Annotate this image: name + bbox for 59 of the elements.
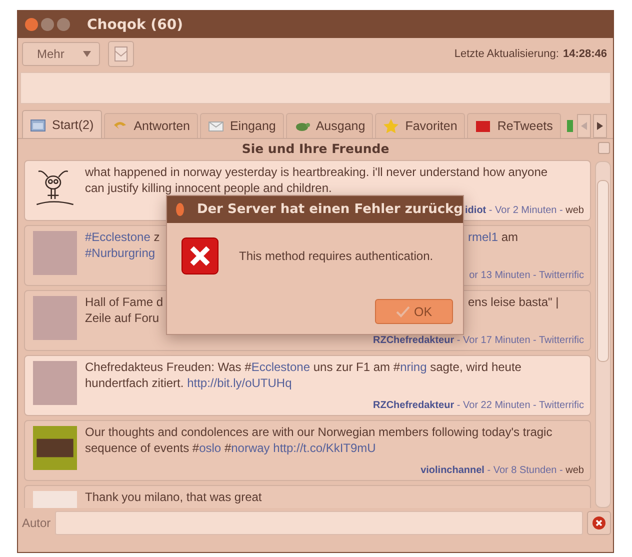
clear-icon bbox=[592, 516, 606, 530]
tweet-meta: RZChefredakteur - Vor 22 Minuten - Twitterrific bbox=[372, 399, 584, 413]
tab-icon bbox=[566, 120, 573, 132]
tweet-text: Zeile auf Foru bbox=[85, 310, 160, 326]
envelope-icon bbox=[114, 46, 128, 62]
window-title: Choqok (60) bbox=[87, 16, 183, 32]
envelope-icon bbox=[208, 119, 224, 133]
tweet-text: rmel1 am bbox=[468, 229, 518, 245]
mail-button[interactable] bbox=[108, 41, 134, 67]
tweet-text: ens leise basta" | bbox=[468, 294, 559, 310]
tab[interactable]: Eingang bbox=[200, 113, 284, 138]
author-field[interactable] bbox=[54, 511, 583, 535]
last-update-label: Letzte Aktualisierung: bbox=[454, 48, 559, 60]
tweet-meta: idiot - Vor 2 Minuten - web bbox=[465, 204, 584, 218]
tweet-text: can justify killing innocent people and children. bbox=[85, 180, 332, 196]
tab[interactable]: Antworten bbox=[104, 113, 198, 138]
tweet-meta: RZChefredakteur - Vor 17 Minuten - Twitterrific bbox=[372, 334, 584, 348]
scrollbar[interactable] bbox=[595, 161, 611, 508]
menu-button[interactable]: Mehr bbox=[22, 42, 100, 66]
clear-button[interactable] bbox=[587, 511, 611, 535]
maximize-icon[interactable] bbox=[57, 18, 70, 31]
compose-field[interactable] bbox=[20, 72, 611, 104]
tab[interactable]: Favoriten bbox=[375, 113, 466, 138]
tab[interactable]: Start(2) bbox=[22, 110, 102, 138]
avatar-photo-placeholder bbox=[33, 361, 77, 405]
tweet-text: Our thoughts and condolences are with our Norwegian members following today's tragic bbox=[85, 424, 552, 440]
mark-read-button[interactable] bbox=[598, 142, 610, 154]
tab[interactable]: ReTweets bbox=[467, 113, 561, 138]
caret-icon bbox=[83, 51, 91, 57]
tab[interactable]: Ausgang bbox=[286, 113, 374, 138]
left-arrow-icon bbox=[580, 122, 587, 130]
tweet-text: #Ecclestone z bbox=[85, 229, 160, 245]
tweet-text: what happened in norway yesterday is heartbreaking. i'll never understand how anyone bbox=[85, 164, 548, 180]
folder-icon bbox=[30, 118, 46, 132]
avatar-photo-placeholder bbox=[33, 231, 77, 275]
minimize-icon[interactable] bbox=[41, 18, 54, 31]
close-icon[interactable] bbox=[176, 203, 184, 216]
close-icon[interactable] bbox=[25, 18, 38, 31]
dialog-title: Der Server hat einen Fehler zurückg bbox=[196, 202, 463, 217]
avatar-photo-placeholder bbox=[33, 296, 77, 340]
tweet-meta: violinchannel - Vor 8 Stunden - web bbox=[420, 464, 584, 478]
logo-avatar-icon bbox=[33, 426, 77, 470]
tweet-text: Chefredakteus Freuden: Was #Ecclestone uns zur F1 am #nring sagte, wird heute bbox=[85, 359, 522, 375]
tweet-meta: or 13 Minuten - Twitterrific bbox=[469, 269, 584, 283]
timeline-title: Sie und Ihre Freunde bbox=[242, 140, 390, 156]
tweet-text: #Nurburgring bbox=[85, 245, 156, 261]
scroll-right-button[interactable] bbox=[592, 114, 607, 138]
author-label: Autor bbox=[22, 516, 51, 530]
error-message: This method requires authentication. bbox=[239, 249, 434, 263]
star-icon bbox=[383, 119, 400, 133]
tweet-text: sequence of events #oslo #norway http://t.co/KkIT9mU bbox=[85, 440, 376, 456]
tweet-text: Thank you milano, that was great bbox=[85, 489, 262, 505]
card-icon bbox=[475, 119, 492, 133]
error-icon bbox=[181, 237, 219, 275]
right-arrow-icon bbox=[596, 122, 603, 130]
tweet-text: hundertfach zitiert. http://bit.ly/oUTUHq bbox=[85, 375, 292, 391]
tweet-text: Hall of Fame d bbox=[85, 294, 164, 310]
checkmark-icon bbox=[396, 306, 410, 318]
last-update-time: 14:28:46 bbox=[562, 48, 607, 60]
